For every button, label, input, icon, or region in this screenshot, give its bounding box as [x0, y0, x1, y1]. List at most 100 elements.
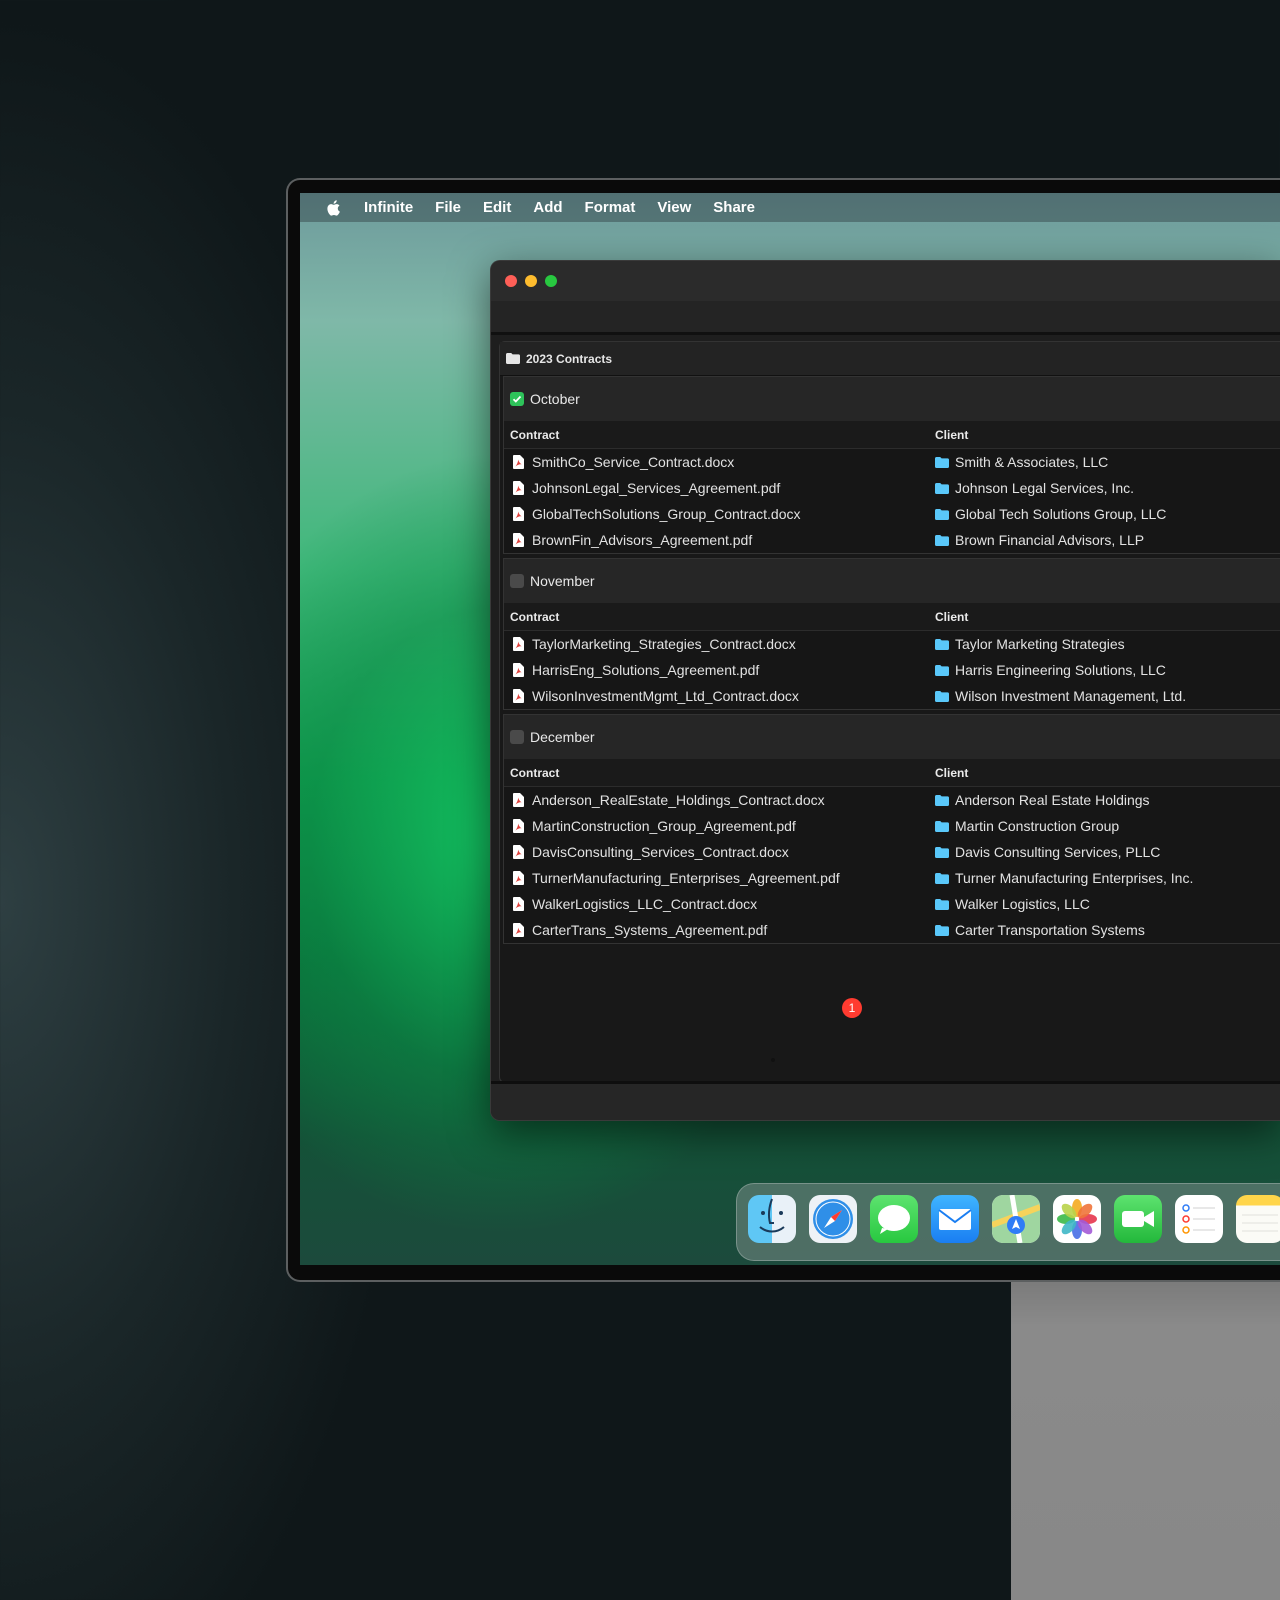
- folder-icon: [935, 924, 949, 936]
- folder-title: 2023 Contracts: [526, 351, 613, 366]
- column-header-client[interactable]: Client: [935, 610, 1280, 624]
- folder-icon: [935, 898, 949, 910]
- client-name: Smith & Associates, LLC: [955, 454, 1109, 470]
- table-row[interactable]: GlobalTechSolutions_Group_Contract.docx …: [504, 501, 1280, 527]
- group-title: November: [530, 573, 595, 589]
- group-checkbox[interactable]: [510, 392, 524, 406]
- minimize-button[interactable]: [525, 275, 537, 287]
- contract-name: CarterTrans_Systems_Agreement.pdf: [532, 922, 768, 938]
- contract-name: BrownFin_Advisors_Agreement.pdf: [532, 532, 753, 548]
- table-row[interactable]: WalkerLogistics_LLC_Contract.docx Walker…: [504, 891, 1280, 917]
- group-checkbox[interactable]: [510, 574, 524, 588]
- menu-format[interactable]: Format: [585, 199, 636, 216]
- group-title: October: [530, 391, 580, 407]
- zoom-button[interactable]: [545, 275, 557, 287]
- table-row[interactable]: TaylorMarketing_Strategies_Contract.docx…: [504, 631, 1280, 657]
- folder-icon: [935, 846, 949, 858]
- client-name: Taylor Marketing Strategies: [955, 636, 1125, 652]
- column-header-client[interactable]: Client: [935, 766, 1280, 780]
- status-bar: [491, 1081, 1280, 1120]
- photos-icon[interactable]: [1053, 1195, 1101, 1243]
- notification-badge: 1: [842, 998, 862, 1018]
- column-header-contract[interactable]: Contract: [504, 428, 935, 442]
- folder-icon: [935, 456, 949, 468]
- mail-icon[interactable]: [931, 1195, 979, 1243]
- client-name: Brown Financial Advisors, LLP: [955, 532, 1145, 548]
- group-december: December Contract Client Anderson_RealEs…: [503, 714, 1280, 944]
- group-checkbox[interactable]: [510, 730, 524, 744]
- column-header-row: Contract Client: [504, 759, 1280, 787]
- client-name: Martin Construction Group: [955, 818, 1120, 834]
- client-name: Davis Consulting Services, PLLC: [955, 844, 1161, 860]
- contract-name: WalkerLogistics_LLC_Contract.docx: [532, 896, 758, 912]
- document-icon: [513, 481, 524, 495]
- table-row[interactable]: DavisConsulting_Services_Contract.docx D…: [504, 839, 1280, 865]
- running-indicator: [771, 1058, 775, 1062]
- column-header-row: Contract Client: [504, 603, 1280, 631]
- contract-name: Anderson_RealEstate_Holdings_Contract.do…: [532, 792, 825, 808]
- folder-icon: [935, 508, 949, 520]
- table-row[interactable]: MartinConstruction_Group_Agreement.pdf M…: [504, 813, 1280, 839]
- table-row[interactable]: Anderson_RealEstate_Holdings_Contract.do…: [504, 787, 1280, 813]
- column-header-contract[interactable]: Contract: [504, 766, 935, 780]
- apple-logo-icon[interactable]: [324, 199, 342, 217]
- table-row[interactable]: WilsonInvestmentMgmt_Ltd_Contract.docx W…: [504, 683, 1280, 709]
- facetime-icon[interactable]: [1114, 1195, 1162, 1243]
- document-icon: [513, 689, 524, 703]
- contract-name: SmithCo_Service_Contract.docx: [532, 454, 735, 470]
- menu-edit[interactable]: Edit: [483, 199, 511, 216]
- menu-file[interactable]: File: [435, 199, 461, 216]
- client-name: Global Tech Solutions Group, LLC: [955, 506, 1167, 522]
- reminders-icon[interactable]: [1175, 1195, 1223, 1243]
- folder-icon: [935, 820, 949, 832]
- column-header-client[interactable]: Client: [935, 428, 1280, 442]
- safari-icon[interactable]: [809, 1195, 857, 1243]
- document-icon: [513, 845, 524, 859]
- contract-name: TaylorMarketing_Strategies_Contract.docx: [532, 636, 796, 652]
- monitor-stand: [1011, 1278, 1280, 1600]
- menu-app-name[interactable]: Infinite: [364, 199, 413, 216]
- contract-name: WilsonInvestmentMgmt_Ltd_Contract.docx: [532, 688, 799, 704]
- folder-icon: [935, 534, 949, 546]
- toolbar: [491, 301, 1280, 335]
- group-november: November Contract Client TaylorMarketing…: [503, 558, 1280, 710]
- client-name: Anderson Real Estate Holdings: [955, 792, 1150, 808]
- menu-view[interactable]: View: [657, 199, 691, 216]
- contracts-panel: 2023 Contracts October Contract Client S…: [499, 341, 1280, 1083]
- checkmark-icon: [512, 395, 522, 403]
- close-button[interactable]: [505, 275, 517, 287]
- group-header[interactable]: December: [504, 715, 1280, 759]
- messages-icon[interactable]: [870, 1195, 918, 1243]
- table-row[interactable]: SmithCo_Service_Contract.docx Smith & As…: [504, 449, 1280, 475]
- client-name: Johnson Legal Services, Inc.: [955, 480, 1134, 496]
- group-header[interactable]: November: [504, 559, 1280, 603]
- desktop: Infinite File Edit Add Format View Share…: [300, 193, 1280, 1265]
- menu-share[interactable]: Share: [713, 199, 755, 216]
- folder-icon: [935, 794, 949, 806]
- maps-icon[interactable]: [992, 1195, 1040, 1243]
- document-icon: [513, 533, 524, 547]
- group-header[interactable]: October: [504, 377, 1280, 421]
- table-row[interactable]: HarrisEng_Solutions_Agreement.pdf Harris…: [504, 657, 1280, 683]
- table-row[interactable]: JohnsonLegal_Services_Agreement.pdf John…: [504, 475, 1280, 501]
- contract-name: MartinConstruction_Group_Agreement.pdf: [532, 818, 796, 834]
- table-row[interactable]: TurnerManufacturing_Enterprises_Agreemen…: [504, 865, 1280, 891]
- document-icon: [513, 819, 524, 833]
- document-icon: [513, 793, 524, 807]
- menu-bar: Infinite File Edit Add Format View Share: [300, 193, 1280, 222]
- folder-icon: [935, 872, 949, 884]
- table-row[interactable]: BrownFin_Advisors_Agreement.pdf Brown Fi…: [504, 527, 1280, 553]
- dock: [736, 1183, 1280, 1261]
- notes-icon[interactable]: [1236, 1195, 1280, 1243]
- column-header-contract[interactable]: Contract: [504, 610, 935, 624]
- folder-icon: [935, 690, 949, 702]
- client-name: Walker Logistics, LLC: [955, 896, 1090, 912]
- finder-icon[interactable]: [748, 1195, 796, 1243]
- client-name: Carter Transportation Systems: [955, 922, 1145, 938]
- contract-name: GlobalTechSolutions_Group_Contract.docx: [532, 506, 801, 522]
- client-name: Wilson Investment Management, Ltd.: [955, 688, 1187, 704]
- title-bar: [491, 261, 1280, 301]
- menu-add[interactable]: Add: [533, 199, 562, 216]
- table-row[interactable]: CarterTrans_Systems_Agreement.pdf Carter…: [504, 917, 1280, 943]
- folder-header[interactable]: 2023 Contracts: [500, 342, 1280, 376]
